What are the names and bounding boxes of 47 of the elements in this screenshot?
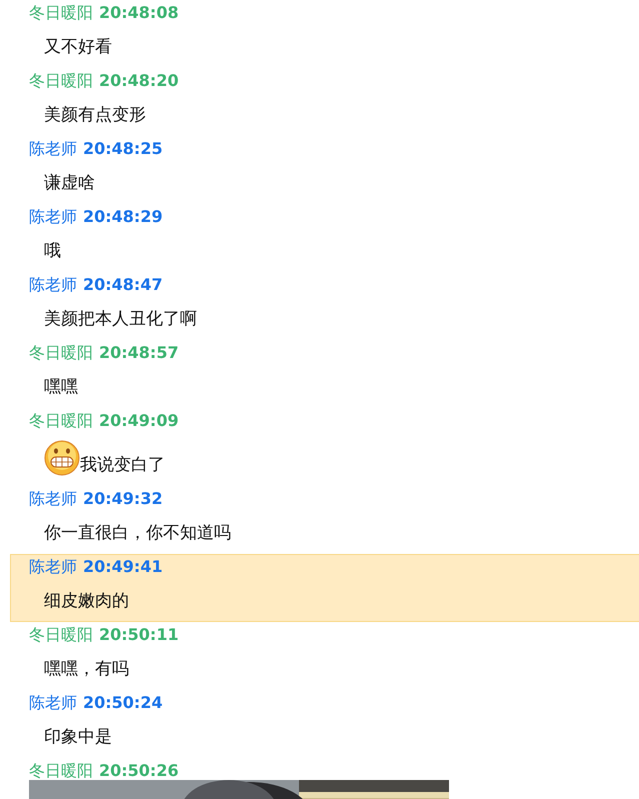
sender-name: 陈老师 [29,488,77,510]
message-row[interactable]: 冬日暖阳 20:50:11 嘿嘿，有吗 [10,622,639,690]
message-time: 20:49:09 [99,410,179,432]
message-row[interactable]: 陈老师 20:49:41 细皮嫩肉的 [10,554,639,622]
sender-name: 陈老师 [29,556,77,578]
message-time: 20:49:32 [83,488,163,510]
message-text: 美颜有点变形 [44,104,146,127]
message-text: 细皮嫩肉的 [44,590,129,613]
sender-name: 陈老师 [29,692,77,714]
message-row[interactable]: 冬日暖阳 20:48:20 美颜有点变形 [10,68,639,136]
sender-name: 冬日暖阳 [29,2,93,24]
sender-name: 冬日暖阳 [29,342,93,364]
sender-name: 冬日暖阳 [29,410,93,432]
message-time: 20:48:57 [99,342,179,364]
message-text: 又不好看 [44,36,112,59]
message-row[interactable]: 冬日暖阳 20:49:09 我说变白了 [10,408,639,486]
message-row[interactable]: 陈老师 20:48:47 美颜把本人丑化了啊 [10,272,639,340]
sender-name: 冬日暖阳 [29,70,93,92]
sender-name: 陈老师 [29,274,77,296]
message-text: 美颜把本人丑化了啊 [44,308,197,331]
message-time: 20:50:24 [83,692,163,714]
message-text: 我说变白了 [80,454,165,477]
message-row[interactable]: 冬日暖阳 20:48:08 又不好看 [10,0,639,68]
message-time: 20:48:20 [99,70,179,92]
message-text: 印象中是 [44,726,112,749]
sender-name: 陈老师 [29,138,77,160]
message-row[interactable]: 冬日暖阳 20:48:57 嘿嘿 [10,340,639,408]
message-time: 20:48:25 [83,138,163,160]
message-row[interactable]: 陈老师 20:48:25 谦虚啥 [10,136,639,204]
message-text: 谦虚啥 [44,172,95,195]
message-text: 你一直很白，你不知道吗 [44,522,231,545]
message-time: 20:48:29 [83,206,163,228]
sender-name: 冬日暖阳 [29,624,93,646]
sender-name: 冬日暖阳 [29,760,93,782]
message-time: 20:48:08 [99,2,179,24]
message-time: 20:50:11 [99,624,179,646]
grinning-face-icon [44,440,80,476]
message-row[interactable]: 陈老师 20:48:29 哦 [10,204,639,272]
message-text: 嘿嘿，有吗 [44,658,129,681]
message-text: 嘿嘿 [44,376,78,399]
message-text: 哦 [44,240,61,263]
message-time: 20:49:41 [83,556,163,578]
message-time: 20:50:26 [99,760,179,782]
message-row[interactable]: 陈老师 20:50:24 印象中是 [10,690,639,758]
message-time: 20:48:47 [83,274,163,296]
message-row[interactable]: 陈老师 20:49:32 你一直很白，你不知道吗 [10,486,639,554]
sender-name: 陈老师 [29,206,77,228]
